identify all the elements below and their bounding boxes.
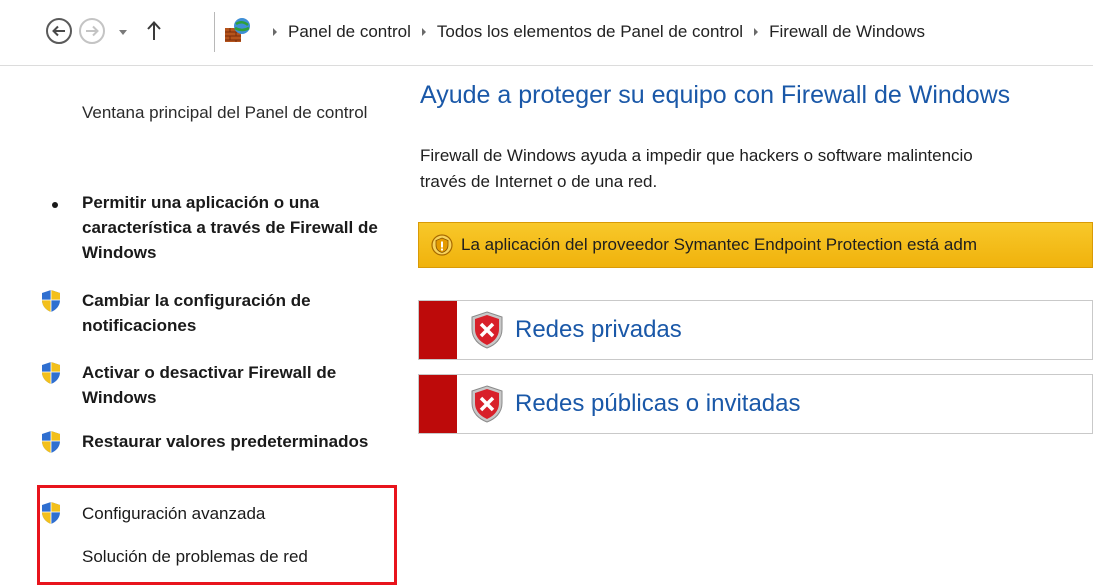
restore-defaults-link[interactable]: Restaurar valores predeterminados bbox=[82, 429, 382, 454]
status-stripe bbox=[419, 375, 457, 433]
up-button[interactable] bbox=[144, 18, 164, 44]
forward-button[interactable] bbox=[79, 18, 105, 44]
back-button[interactable] bbox=[46, 18, 72, 44]
control-panel-home-link[interactable]: Ventana principal del Panel de control bbox=[82, 100, 382, 126]
description-line: Firewall de Windows ayuda a impedir que … bbox=[420, 146, 973, 165]
warning-shield-icon bbox=[431, 234, 453, 256]
allow-app-link[interactable]: Permitir una aplicación o una caracterís… bbox=[82, 190, 382, 265]
description-line: través de Internet o de una red. bbox=[420, 172, 658, 191]
task-pane: Ventana principal del Panel de control P… bbox=[0, 66, 400, 585]
breadcrumb: Panel de control Todos los elementos de … bbox=[262, 20, 925, 44]
chevron-right-icon[interactable] bbox=[753, 27, 759, 37]
chevron-right-icon bbox=[272, 27, 278, 37]
control-panel-icon bbox=[222, 16, 252, 46]
uac-shield-icon bbox=[42, 290, 60, 312]
bullet-icon bbox=[52, 202, 58, 208]
chevron-right-icon[interactable] bbox=[421, 27, 427, 37]
forward-arrow-icon bbox=[86, 25, 99, 37]
private-networks-row[interactable]: Redes privadas bbox=[418, 300, 1093, 360]
up-arrow-icon bbox=[147, 21, 161, 40]
page-description: Firewall de Windows ayuda a impedir que … bbox=[420, 143, 1093, 195]
status-stripe bbox=[419, 301, 457, 359]
red-x-shield-icon bbox=[471, 311, 503, 349]
private-networks-label[interactable]: Redes privadas bbox=[515, 316, 682, 344]
recent-locations-button[interactable] bbox=[118, 24, 128, 42]
red-x-shield-icon bbox=[471, 385, 503, 423]
breadcrumb-item-all-items[interactable]: Todos los elementos de Panel de control bbox=[437, 22, 743, 42]
navigation-bar: Panel de control Todos los elementos de … bbox=[0, 0, 1093, 66]
back-arrow-icon bbox=[52, 25, 65, 37]
change-notifications-link[interactable]: Cambiar la configuración de notificacion… bbox=[82, 288, 382, 338]
breadcrumb-item-firewall[interactable]: Firewall de Windows bbox=[769, 22, 925, 42]
public-networks-row[interactable]: Redes públicas o invitadas bbox=[418, 374, 1093, 434]
page-title: Ayude a proteger su equipo con Firewall … bbox=[420, 81, 1011, 109]
warning-text: La aplicación del proveedor Symantec End… bbox=[461, 235, 977, 254]
chevron-down-icon bbox=[119, 30, 127, 35]
address-bar-border bbox=[214, 12, 215, 52]
uac-shield-icon bbox=[42, 431, 60, 453]
uac-shield-icon bbox=[42, 362, 60, 384]
highlight-box bbox=[37, 485, 397, 585]
public-networks-label[interactable]: Redes públicas o invitadas bbox=[515, 390, 801, 418]
breadcrumb-item-control-panel[interactable]: Panel de control bbox=[288, 22, 411, 42]
toggle-firewall-link[interactable]: Activar o desactivar Firewall de Windows bbox=[82, 360, 382, 410]
warning-banner: La aplicación del proveedor Symantec End… bbox=[418, 222, 1093, 268]
